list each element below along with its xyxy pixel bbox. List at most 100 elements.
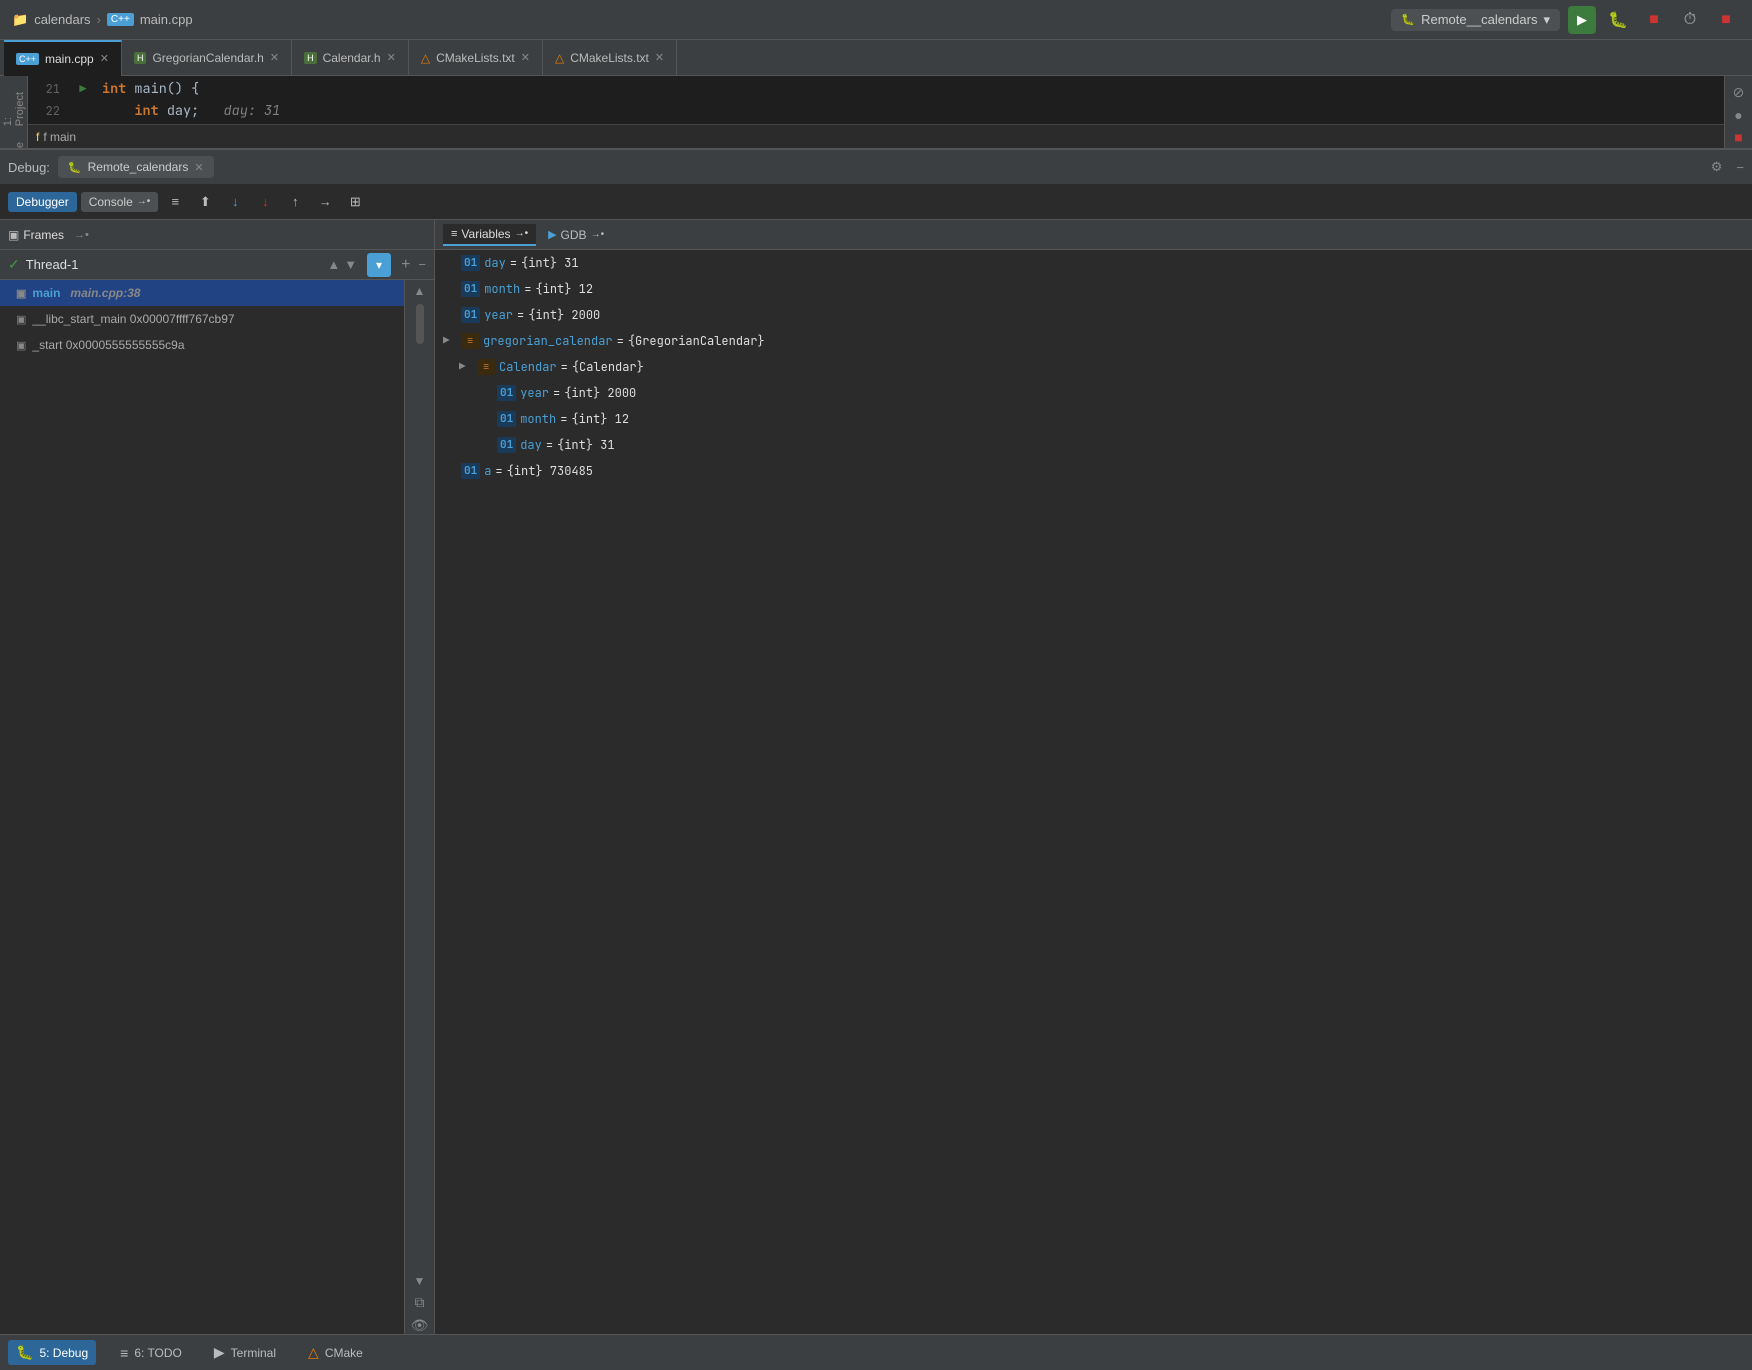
- run-config-selector[interactable]: 🐛 Remote__calendars ▾: [1391, 9, 1560, 31]
- right-sidebar-icon2[interactable]: ●: [1734, 107, 1742, 123]
- debugger-btn[interactable]: Debugger: [8, 192, 77, 212]
- run-button[interactable]: ▶: [1568, 6, 1596, 34]
- frame-item-main[interactable]: ▣ main main.cpp:38: [0, 280, 404, 306]
- console-btn[interactable]: Console →•: [81, 192, 159, 212]
- thread-row: ✓ Thread-1 ▲ ▼ ▾ + −: [0, 250, 434, 280]
- frame-icon-libc: ▣: [16, 313, 26, 326]
- frames-scroll-area: ▣ main main.cpp:38 ▣ __libc_start_main 0…: [0, 280, 434, 1334]
- tab-close-cmake2[interactable]: ✕: [655, 51, 664, 64]
- tab-calendar-h[interactable]: H Calendar.h ✕: [292, 40, 409, 76]
- frame-item-libc[interactable]: ▣ __libc_start_main 0x00007ffff767cb97: [0, 306, 404, 332]
- thread-up-btn[interactable]: ▲: [327, 257, 340, 272]
- copy-icon[interactable]: ⧉: [415, 1294, 425, 1311]
- tab-cmake2[interactable]: △ CMakeLists.txt ✕: [543, 40, 677, 76]
- debug-tab-remote[interactable]: 🐛 Remote_calendars ✕: [58, 156, 214, 178]
- status-cmake-label: CMake: [325, 1346, 363, 1360]
- debug-toolbar-grid-icon[interactable]: ⊞: [342, 189, 368, 215]
- sidebar-item-project[interactable]: 1: Project: [0, 84, 30, 134]
- scroll-thumb[interactable]: [416, 304, 424, 344]
- sidebar-item-structure[interactable]: Z: Structure: [0, 134, 30, 148]
- var-eq-year: =: [517, 307, 524, 323]
- debug-toolbar-stepover-icon[interactable]: ↓: [222, 189, 248, 215]
- status-cmake-icon: △: [308, 1344, 319, 1361]
- frames-scrollbar[interactable]: ▲ ▼ ⧉ 👁: [404, 280, 434, 1334]
- var-type-gregorian: ≡: [461, 333, 479, 349]
- tab-main-cpp[interactable]: C++ main.cpp ✕: [4, 40, 122, 76]
- debug-button[interactable]: 🐛: [1604, 6, 1632, 34]
- var-name-day: day: [484, 255, 506, 271]
- tab-gregorian-h[interactable]: H GregorianCalendar.h ✕: [122, 40, 292, 76]
- var-eq-cal-year: =: [553, 385, 560, 401]
- vars-tab-gdb[interactable]: ▶ GDB →•: [540, 225, 612, 245]
- tab-close-calendar[interactable]: ✕: [387, 51, 396, 64]
- status-terminal[interactable]: ▶ Terminal: [206, 1340, 284, 1365]
- debug-toolbar-up-icon[interactable]: ⬆: [192, 189, 218, 215]
- debug-toolbar-stepinto-icon[interactable]: ↓: [252, 189, 278, 215]
- tab-close-cmake1[interactable]: ✕: [521, 51, 530, 64]
- stop-button[interactable]: ■: [1640, 6, 1668, 34]
- breadcrumb: 📁 calendars › C++ main.cpp: [12, 12, 193, 28]
- var-eq-day: =: [510, 255, 517, 271]
- status-cmake[interactable]: △ CMake: [300, 1340, 371, 1365]
- tab-close-gregorian[interactable]: ✕: [270, 51, 279, 64]
- var-item-month: 01 month = {int} 12: [435, 276, 1752, 302]
- status-todo[interactable]: ≡ 6: TODO: [112, 1341, 190, 1365]
- scroll-down-btn[interactable]: ▼: [414, 1274, 426, 1288]
- tab-cmake1[interactable]: △ CMakeLists.txt ✕: [409, 40, 543, 76]
- var-item-cal-month: 01 month = {int} 12: [435, 406, 1752, 432]
- var-expand-calendar[interactable]: ▶: [459, 360, 473, 374]
- tab-icon-cmake1: △: [421, 51, 430, 65]
- var-type-day: 01: [461, 255, 480, 271]
- var-name-month: month: [484, 281, 520, 297]
- thread-minus-icon[interactable]: −: [418, 257, 426, 272]
- scroll-up-btn[interactable]: ▲: [414, 284, 426, 298]
- debug-panel-bar: Debug: 🐛 Remote_calendars ✕ ⚙ −: [0, 148, 1752, 184]
- right-sidebar-stop[interactable]: ■: [1734, 129, 1742, 145]
- console-label: Console: [89, 195, 133, 209]
- vars-tab-variables[interactable]: ≡ Variables →•: [443, 224, 536, 246]
- tab-close-main[interactable]: ✕: [100, 52, 109, 65]
- frames-pin-btn[interactable]: →•: [68, 227, 95, 243]
- function-icon: f: [36, 130, 39, 144]
- folder-name: calendars: [34, 12, 90, 27]
- thread-down-btn[interactable]: ▼: [344, 257, 357, 272]
- editor-section: 21 ▶ int main() { 22 int day; day: 31 23…: [28, 76, 1724, 148]
- debug-settings-icon[interactable]: ⚙: [1711, 159, 1723, 175]
- vars-list: 01 day = {int} 31 01 month = {int} 12: [435, 250, 1752, 1334]
- right-sidebar-icon1[interactable]: ⊘: [1733, 84, 1745, 101]
- function-breadcrumb: f f main: [28, 124, 1724, 148]
- search-button[interactable]: ■: [1712, 6, 1740, 34]
- debug-toolbar-run-to-icon[interactable]: →: [312, 189, 338, 215]
- var-name-calendar: Calendar: [499, 359, 557, 375]
- var-type-cal-month: 01: [497, 411, 516, 427]
- var-item-cal-day: 01 day = {int} 31: [435, 432, 1752, 458]
- var-name-cal-year: year: [520, 385, 549, 401]
- code-line-22: 22 int day; day: 31: [28, 100, 1724, 122]
- var-expand-gregorian[interactable]: ▶: [443, 334, 457, 348]
- var-name-cal-day: day: [520, 437, 542, 453]
- status-debug-icon: 🐛: [16, 1344, 33, 1361]
- debug-tab-icon: 🐛: [68, 161, 82, 174]
- run-arrow-icon: ▶: [79, 78, 86, 100]
- debug-toolbar-list-icon[interactable]: ≡: [162, 189, 188, 215]
- eye-icon[interactable]: 👁: [411, 1317, 429, 1334]
- debug-toolbar-stepout-icon[interactable]: ↑: [282, 189, 308, 215]
- frame-label-start: _start 0x0000555555555c9a: [32, 338, 184, 352]
- debug-minimize-icon[interactable]: −: [1736, 160, 1744, 175]
- status-terminal-label: Terminal: [231, 1346, 276, 1360]
- status-debug[interactable]: 🐛 5: Debug: [8, 1340, 96, 1365]
- frames-icon: ▣: [8, 228, 19, 242]
- status-debug-label: 5: Debug: [39, 1346, 88, 1360]
- debug-tab-close[interactable]: ✕: [194, 161, 203, 174]
- var-val-a: {int} 730485: [507, 463, 593, 479]
- profile-button[interactable]: ⏱: [1676, 6, 1704, 34]
- frame-item-start[interactable]: ▣ _start 0x0000555555555c9a: [0, 332, 404, 358]
- var-val-day: {int} 31: [521, 255, 579, 271]
- var-eq-calendar: =: [561, 359, 568, 375]
- var-item-calendar: ▶ ≡ Calendar = {Calendar}: [435, 354, 1752, 380]
- frame-label-libc: __libc_start_main 0x00007ffff767cb97: [32, 312, 234, 326]
- thread-add-icon[interactable]: +: [401, 256, 410, 274]
- debug-tab-label: Remote_calendars: [88, 160, 189, 174]
- thread-expand-btn[interactable]: ▾: [367, 253, 391, 277]
- tab-label: main.cpp: [45, 52, 94, 66]
